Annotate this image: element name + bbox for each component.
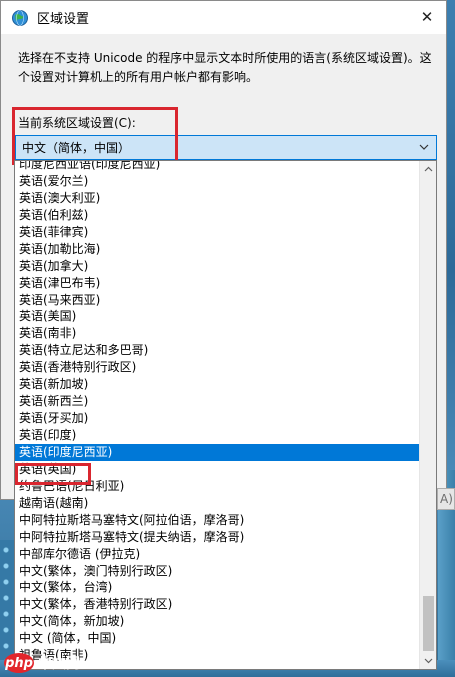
chevron-down-icon	[419, 144, 429, 150]
list-item[interactable]: 中文 (简体，中国)	[15, 630, 419, 647]
list-item[interactable]: 英语(爱尔兰)	[15, 173, 419, 190]
chevron-up-icon	[424, 166, 433, 172]
locale-list-items: 印度尼西亚语(印度尼西亚) 英语(爱尔兰) 英语(澳大利亚) 英语(伯利兹) 英语(菲律…	[15, 161, 419, 664]
list-item[interactable]: 英语(英国)	[15, 461, 419, 478]
locale-combobox[interactable]: 中文（简体，中国）	[15, 135, 437, 160]
close-button[interactable]: ✕	[412, 4, 442, 30]
list-item[interactable]: 英语(印度尼西亚)	[15, 443, 419, 461]
list-item[interactable]: 英语(加拿大)	[15, 258, 419, 275]
list-item[interactable]: 英语(新加坡)	[15, 376, 419, 393]
description-text: 选择在不支持 Unicode 的程序中显示文本时所使用的语言(系统区域设置)。这…	[18, 51, 432, 84]
list-item[interactable]: 中文(简体，新加坡)	[15, 613, 419, 630]
list-item[interactable]: 约鲁巴语(尼日利亚)	[15, 478, 419, 495]
list-item[interactable]: 中阿特拉斯塔马塞特文(阿拉伯语，摩洛哥)	[15, 512, 419, 529]
list-item[interactable]: 越南语(越南)	[15, 495, 419, 512]
list-item[interactable]: 中文(繁体，香港特别行政区)	[15, 596, 419, 613]
title-bar[interactable]: 区域设置 ✕	[1, 1, 446, 34]
list-item[interactable]: 英语(加勒比海)	[15, 241, 419, 258]
list-item[interactable]: 英语(澳大利亚)	[15, 190, 419, 207]
locale-dropdown-list[interactable]: 印度尼西亚语(印度尼西亚) 英语(爱尔兰) 英语(澳大利亚) 英语(伯利兹) 英语(菲律…	[14, 160, 437, 670]
list-item[interactable]: 英语(美国)	[15, 308, 419, 325]
list-item[interactable]: 英语(印度)	[15, 427, 419, 444]
locale-combobox-value: 中文（简体，中国）	[22, 141, 131, 155]
list-item[interactable]: 英语(伯利兹)	[15, 207, 419, 224]
list-item[interactable]: 中文(繁体，台湾)	[15, 579, 419, 596]
list-item[interactable]: 英语(津巴布韦)	[15, 275, 419, 292]
list-item[interactable]: 英语(牙买加)	[15, 410, 419, 427]
globe-icon	[11, 9, 29, 27]
list-item[interactable]: 英语(新西兰)	[15, 393, 419, 410]
list-item[interactable]: 英语(菲律宾)	[15, 224, 419, 241]
scroll-up-arrow[interactable]	[420, 161, 436, 178]
list-scrollbar[interactable]	[419, 161, 436, 669]
chevron-down-icon	[424, 658, 433, 664]
list-item[interactable]: 中阿特拉斯塔马塞特文(提夫纳语，摩洛哥)	[15, 529, 419, 546]
scroll-down-arrow[interactable]	[420, 652, 436, 669]
scroll-thumb[interactable]	[423, 596, 434, 651]
php-logo: php	[4, 653, 34, 673]
watermark-text: 中文网	[38, 656, 80, 672]
list-item[interactable]: 中文(繁体，澳门特别行政区)	[15, 563, 419, 580]
list-item[interactable]: 英语(香港特别行政区)	[15, 359, 419, 376]
list-item[interactable]: 中部库尔德语 (伊拉克)	[15, 546, 419, 563]
list-item[interactable]: 印度尼西亚语(印度尼西亚)	[15, 161, 419, 173]
list-item[interactable]: 英语(南非)	[15, 325, 419, 342]
list-item[interactable]: 英语(特立尼达和多巴哥)	[15, 342, 419, 359]
current-locale-label: 当前系统区域设置(C):	[18, 116, 136, 130]
list-item[interactable]: 英语(马来西亚)	[15, 292, 419, 309]
partially-hidden-button[interactable]: A)	[437, 488, 455, 510]
window-title: 区域设置	[37, 12, 90, 27]
watermark: php 中文网	[4, 652, 80, 674]
